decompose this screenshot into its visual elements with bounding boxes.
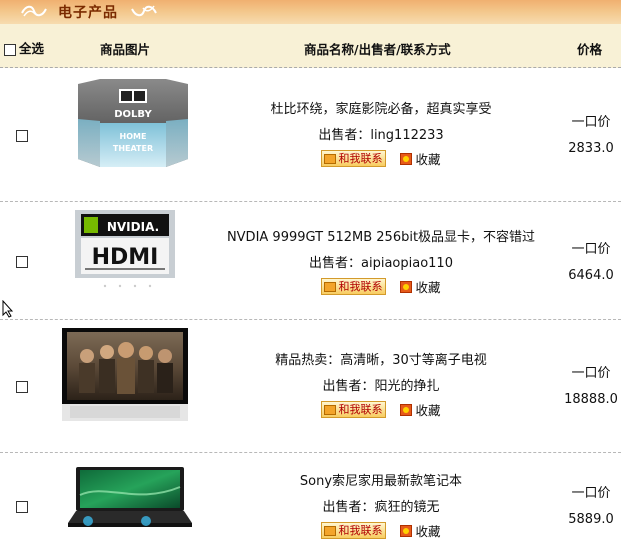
contact-label: 和我联系: [338, 524, 383, 537]
row-checkbox[interactable]: [16, 256, 28, 268]
product-info: 杜比环绕，家庭影院必备，超真实享受 出售者：ling112233 和我联系 收藏: [220, 100, 542, 168]
select-all-checkbox[interactable]: [4, 43, 16, 56]
section-title: 电子产品: [58, 5, 118, 21]
price-type: 一口价: [571, 486, 611, 501]
price-block: 一口价 2833.0: [560, 110, 621, 162]
product-name[interactable]: 精品热卖：高清晰，30寸等离子电视: [220, 351, 542, 371]
ornament-swirl-icon: [131, 5, 157, 17]
image-text: HOME: [120, 132, 147, 141]
price-value: 5889.0: [568, 512, 614, 527]
product-name[interactable]: NVDIA 9999GT 512MB 256bit极品显卡，不容错过: [220, 228, 542, 248]
product-info: NVDIA 9999GT 512MB 256bit极品显卡，不容错过 出售者：a…: [220, 228, 542, 296]
divider: [0, 67, 621, 68]
price-type: 一口价: [571, 115, 611, 130]
table-row: 精品热卖：高清晰，30寸等离子电视 出售者：阳光的挣扎 和我联系 收藏 一口价 1…: [0, 320, 621, 453]
image-text: NVIDIA.: [107, 220, 159, 234]
price-value: 2833.0: [568, 141, 614, 156]
product-info: Sony索尼家用最新款笔记本 出售者：疯狂的镜无 和我联系 收藏: [220, 472, 542, 540]
price-block: 一口价 5889.0: [560, 481, 621, 533]
seller-name[interactable]: 出售者：aipiaopiao110: [220, 254, 542, 274]
table-header: 全选 商品图片 商品名称/出售者/联系方式 价格: [0, 24, 621, 68]
contact-label: 和我联系: [338, 403, 383, 416]
product-actions: 和我联系 收藏: [220, 521, 542, 540]
dolby-home-theater-image[interactable]: DOLBY HOME THEATER: [78, 79, 188, 169]
row-checkbox[interactable]: [16, 130, 28, 142]
contact-seller-button[interactable]: 和我联系: [321, 522, 387, 539]
select-all[interactable]: 全选: [4, 38, 44, 57]
product-info: 精品热卖：高清晰，30寸等离子电视 出售者：阳光的挣扎 和我联系 收藏: [220, 351, 542, 419]
column-header-name: 商品名称/出售者/联系方式: [304, 42, 451, 57]
mouse-cursor-icon: [2, 300, 14, 318]
product-actions: 和我联系 收藏: [220, 149, 542, 168]
section-header: 电子产品: [0, 0, 621, 24]
message-icon: [324, 405, 337, 415]
contact-seller-button[interactable]: 和我联系: [321, 401, 387, 418]
product-actions: 和我联系 收藏: [220, 400, 542, 419]
favorite-link[interactable]: 收藏: [415, 403, 440, 418]
seller-name[interactable]: 出售者：阳光的挣扎: [220, 377, 542, 397]
favorite-link[interactable]: 收藏: [415, 152, 440, 167]
favorite-icon[interactable]: [400, 403, 413, 416]
image-text: THEATER: [113, 144, 153, 153]
price-value: 18888.0: [564, 392, 618, 407]
favorite-link[interactable]: 收藏: [415, 524, 440, 539]
select-all-label: 全选: [19, 41, 45, 56]
contact-label: 和我联系: [338, 280, 383, 293]
row-checkbox[interactable]: [16, 381, 28, 393]
favorite-link[interactable]: 收藏: [415, 280, 440, 295]
seller-name[interactable]: 出售者：疯狂的镜无: [220, 498, 542, 518]
plasma-tv-image[interactable]: [62, 328, 188, 421]
product-actions: 和我联系 收藏: [220, 277, 542, 296]
price-type: 一口价: [571, 366, 611, 381]
contact-seller-button[interactable]: 和我联系: [321, 278, 387, 295]
message-icon: [324, 154, 337, 164]
price-block: 一口价 6464.0: [560, 237, 621, 289]
image-text: HDMI: [92, 245, 159, 270]
price-type: 一口价: [571, 242, 611, 257]
price-block: 一口价 18888.0: [560, 361, 621, 413]
table-row: NVIDIA. HDMI NVDIA 9999GT 512MB 256bit极品…: [0, 202, 621, 320]
table-row: DOLBY HOME THEATER 杜比环绕，家庭影院必备，超真实享受 出售者…: [0, 69, 621, 202]
column-header-price: 价格: [577, 42, 603, 57]
image-text: DOLBY: [114, 109, 152, 120]
laptop-image[interactable]: [66, 465, 194, 535]
favorite-icon[interactable]: [400, 280, 413, 293]
product-name[interactable]: 杜比环绕，家庭影院必备，超真实享受: [220, 100, 542, 120]
row-checkbox[interactable]: [16, 501, 28, 513]
table-row: Sony索尼家用最新款笔记本 出售者：疯狂的镜无 和我联系 收藏 一口价 5889…: [0, 453, 621, 547]
nvidia-hdmi-image[interactable]: NVIDIA. HDMI: [75, 210, 175, 290]
message-icon: [324, 526, 337, 536]
contact-seller-button[interactable]: 和我联系: [321, 150, 387, 167]
message-icon: [324, 282, 337, 292]
contact-label: 和我联系: [338, 152, 383, 165]
seller-name[interactable]: 出售者：ling112233: [220, 126, 542, 146]
favorite-icon[interactable]: [400, 524, 413, 537]
product-name[interactable]: Sony索尼家用最新款笔记本: [220, 472, 542, 492]
favorite-icon[interactable]: [400, 152, 413, 165]
column-header-image: 商品图片: [100, 42, 151, 57]
ornament-swirl-icon: [21, 5, 47, 17]
price-value: 6464.0: [568, 268, 614, 283]
